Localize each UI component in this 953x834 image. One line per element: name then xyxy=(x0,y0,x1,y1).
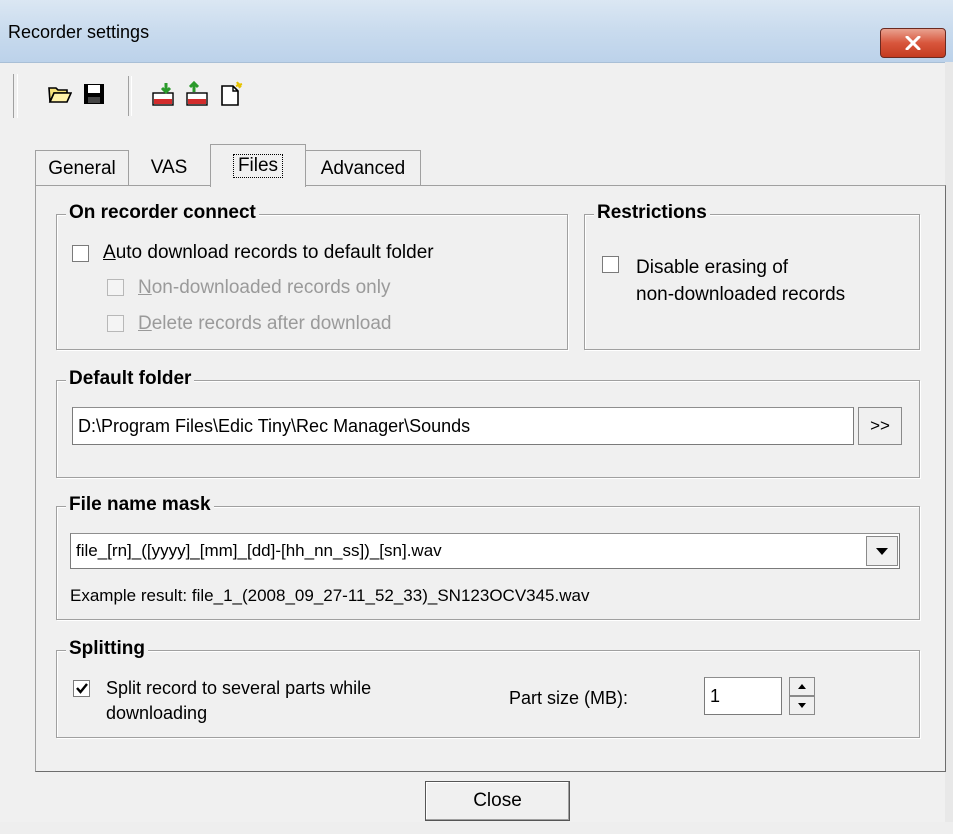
disable-erasing-checkbox[interactable] xyxy=(602,256,619,273)
file-name-example: Example result: file_1_(2008_09_27-11_52… xyxy=(70,586,590,605)
split-record-label[interactable]: Split record to several parts while down… xyxy=(106,676,371,726)
part-size-input[interactable]: 1 xyxy=(704,677,782,715)
window-bottom-edge xyxy=(0,822,953,834)
new-document-icon xyxy=(221,81,243,106)
part-size-up-button[interactable] xyxy=(789,677,815,696)
file-name-mask-dropdown-button[interactable] xyxy=(866,536,898,566)
file-name-mask-title: File name mask xyxy=(66,494,214,516)
save-button[interactable] xyxy=(80,80,108,108)
window-right-edge xyxy=(945,62,953,834)
save-disk-icon xyxy=(84,84,104,104)
non-downloaded-only-checkbox[interactable] xyxy=(107,279,124,296)
auto-download-checkbox[interactable] xyxy=(72,245,89,262)
upload-from-device-icon xyxy=(186,81,208,106)
open-folder-icon xyxy=(48,87,72,103)
toolbar-grip[interactable] xyxy=(13,74,18,118)
restrictions-title: Restrictions xyxy=(594,202,710,224)
part-size-down-button[interactable] xyxy=(789,696,815,715)
non-downloaded-only-label[interactable]: Non-downloaded records only xyxy=(138,277,390,299)
open-button[interactable] xyxy=(46,80,74,108)
tab-general[interactable]: General xyxy=(35,150,129,186)
browse-folder-button[interactable]: >> xyxy=(858,407,902,445)
part-size-spinner[interactable] xyxy=(789,677,815,715)
checkmark-icon xyxy=(75,683,88,694)
delete-after-download-label[interactable]: Delete records after download xyxy=(138,313,392,335)
download-to-device-icon xyxy=(152,83,174,106)
download-button[interactable] xyxy=(150,80,178,108)
default-folder-input[interactable]: D:\Program Files\Edic Tiny\Rec Manager\S… xyxy=(72,407,854,445)
spin-down-icon xyxy=(798,703,806,708)
tab-advanced[interactable]: Advanced xyxy=(305,150,421,186)
split-record-checkbox[interactable] xyxy=(73,680,90,697)
tab-files[interactable]: Files xyxy=(210,144,306,187)
on-recorder-connect-title: On recorder connect xyxy=(66,202,259,224)
delete-after-download-checkbox[interactable] xyxy=(107,315,124,332)
auto-download-label[interactable]: Auto download records to default folder xyxy=(103,242,434,264)
disable-erasing-label[interactable]: Disable erasing of non-downloaded record… xyxy=(636,254,845,308)
file-name-mask-value: file_[rn]_([yyyy]_[mm]_[dd]-[hh_nn_ss])_… xyxy=(76,541,442,560)
tab-vas[interactable]: VAS xyxy=(130,150,208,185)
file-name-mask-combobox[interactable]: file_[rn]_([yyyy]_[mm]_[dd]-[hh_nn_ss])_… xyxy=(70,533,900,569)
new-button[interactable] xyxy=(217,80,245,108)
window-close-button[interactable] xyxy=(880,28,946,58)
splitting-title: Splitting xyxy=(66,638,148,660)
close-button[interactable]: Close xyxy=(425,781,570,821)
spin-up-icon xyxy=(798,684,806,689)
default-folder-title: Default folder xyxy=(66,368,195,390)
upload-button[interactable] xyxy=(184,80,212,108)
toolbar-separator xyxy=(128,76,132,116)
window-title: Recorder settings xyxy=(8,22,150,42)
close-icon xyxy=(905,36,921,50)
chevron-down-icon xyxy=(876,547,888,555)
part-size-label: Part size (MB): xyxy=(509,688,629,708)
